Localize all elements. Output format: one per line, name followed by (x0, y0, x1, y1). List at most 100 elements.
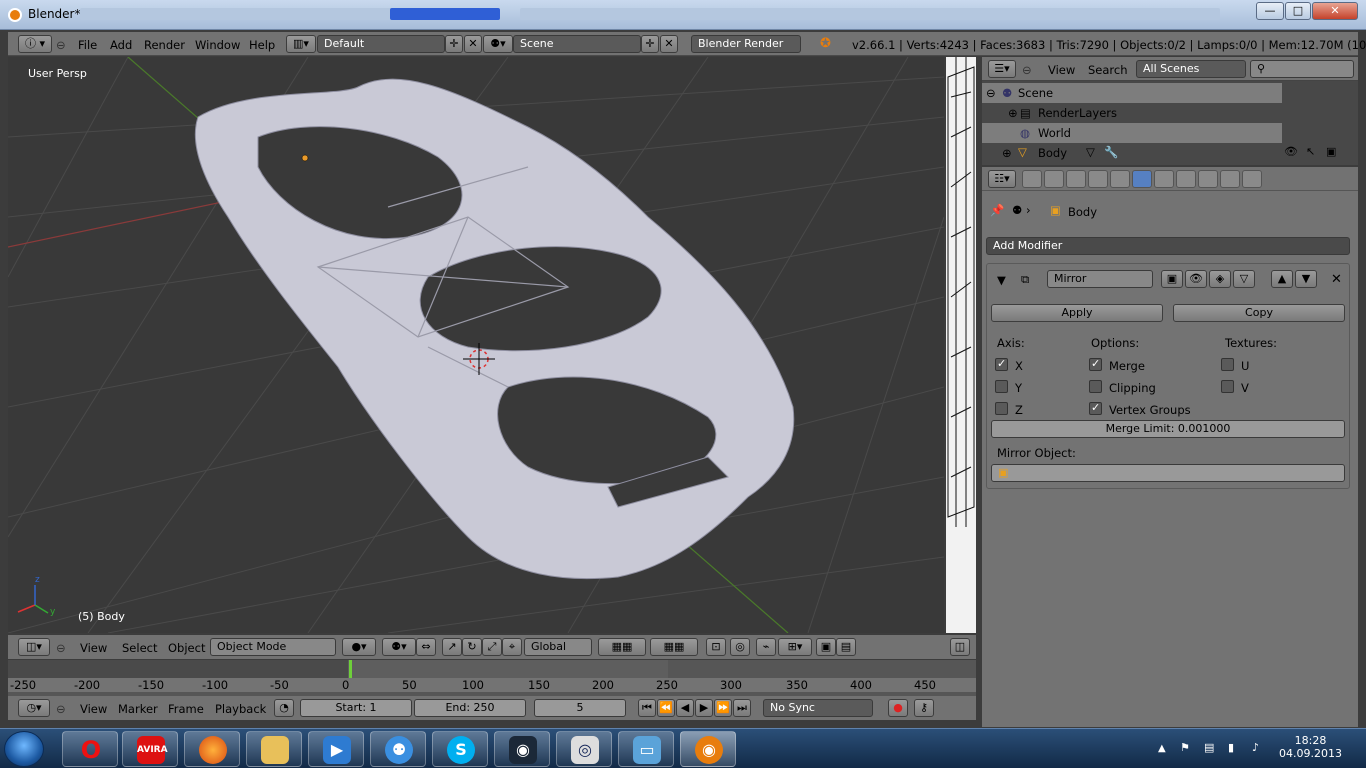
expand-icon[interactable]: ⊖ (986, 86, 996, 100)
timeline-collapse-icon[interactable]: ⊖ (56, 702, 66, 716)
layers-grid-1[interactable]: ▦▦ (598, 638, 646, 656)
shading-select[interactable]: ●▾ (342, 638, 376, 656)
viewport-menu-view[interactable]: View (80, 641, 107, 655)
taskbar-firefox[interactable] (184, 731, 240, 767)
move-up-icon[interactable]: ▲ (1271, 270, 1293, 288)
timeline-menu-playback[interactable]: Playback (215, 702, 266, 716)
jump-keyframe-back-icon[interactable]: ⏪ (657, 699, 675, 717)
clipping-checkbox[interactable] (1089, 380, 1102, 393)
manipulator-icon[interactable]: ⇔ (416, 638, 436, 656)
translate-icon[interactable]: ↗ (442, 638, 462, 656)
tray-volume-icon[interactable]: ♪ (1252, 741, 1259, 754)
object-mode-select[interactable]: Object Mode (210, 638, 336, 656)
collapse-icon[interactable]: ⊖ (56, 38, 66, 52)
outliner-menu-search[interactable]: Search (1088, 63, 1128, 77)
add-modifier-select[interactable]: Add Modifier (986, 237, 1350, 255)
taskbar-picture[interactable]: ▭ (618, 731, 674, 767)
axis-y-checkbox[interactable] (995, 380, 1008, 393)
viewport-toggle-icon[interactable]: 👁 (1185, 270, 1207, 288)
taskbar-skype[interactable]: S (432, 731, 488, 767)
tab-render-layers[interactable] (1044, 170, 1064, 188)
scene-add-icon[interactable]: ✛ (641, 35, 659, 53)
tray-network-icon[interactable]: ▮ (1228, 741, 1234, 754)
layout-remove-icon[interactable]: ✕ (464, 35, 482, 53)
viewport-menu-object[interactable]: Object (168, 641, 205, 655)
scene-remove-icon[interactable]: ✕ (660, 35, 678, 53)
taskbar-media-player[interactable]: ▶ (308, 731, 364, 767)
axis-z-checkbox[interactable] (995, 402, 1008, 415)
start-button[interactable] (4, 731, 44, 767)
snap-element-select[interactable]: ⊞▾ (778, 638, 812, 656)
timeline-menu-marker[interactable]: Marker (118, 702, 158, 716)
tab-data[interactable] (1154, 170, 1174, 188)
current-frame-marker[interactable] (349, 660, 352, 678)
tray-flag-icon[interactable]: ⚑ (1180, 741, 1190, 754)
outliner-search-input[interactable]: ⚲ (1250, 60, 1354, 78)
tab-physics[interactable] (1242, 170, 1262, 188)
axis-x-checkbox[interactable] (995, 357, 1008, 371)
render-toggle-icon[interactable]: ▣ (1161, 270, 1183, 288)
viewport-collapse-icon[interactable]: ⊖ (56, 641, 66, 655)
texture-v-checkbox[interactable] (1221, 380, 1234, 393)
outliner-collapse-icon[interactable]: ⊖ (1022, 63, 1032, 77)
taskbar-blender[interactable]: ◉ (680, 731, 736, 767)
outliner-filter-select[interactable]: All Scenes (1136, 60, 1246, 78)
modifier-name-input[interactable]: Mirror (1047, 270, 1153, 288)
tab-world[interactable] (1066, 170, 1086, 188)
outliner-row-body[interactable]: ⊕ ▽ Body ▽ 🔧 (982, 143, 1282, 163)
move-down-icon[interactable]: ▼ (1295, 270, 1317, 288)
viewport-editor-type[interactable]: ◫▾ (18, 638, 50, 656)
sync-mode-select[interactable]: No Sync (763, 699, 873, 717)
outliner-editor-type[interactable]: ☰▾ (988, 60, 1016, 78)
viewport-header-right-icon[interactable]: ◫ (950, 638, 970, 656)
minimize-button[interactable]: — (1256, 2, 1284, 20)
vertex-groups-checkbox[interactable] (1089, 401, 1102, 415)
tray-expand-icon[interactable]: ▲ (1158, 743, 1166, 754)
timeline[interactable]: -250 -200 -150 -100 -50 0 50 100 150 200… (8, 660, 976, 696)
taskbar-explorer[interactable] (246, 731, 302, 767)
visibility-eye-icon[interactable]: 👁 (1284, 145, 1298, 158)
preview-range-icon[interactable]: ◔ (274, 699, 294, 717)
merge-checkbox[interactable] (1089, 357, 1102, 371)
scene-field[interactable]: Scene (513, 35, 641, 53)
orientation-select[interactable]: Global (524, 638, 592, 656)
texture-u-checkbox[interactable] (1221, 358, 1234, 371)
renderability-camera-icon[interactable]: ▣ (1326, 145, 1336, 158)
taskbar-opera[interactable]: O (62, 731, 118, 767)
copy-button[interactable]: Copy (1173, 304, 1345, 322)
start-frame-field[interactable]: Start: 1 (300, 699, 412, 717)
menu-render[interactable]: Render (144, 38, 185, 52)
proportional-edit-icon[interactable]: ◎ (730, 638, 750, 656)
snap-icon[interactable]: ⌖ (502, 638, 522, 656)
editor-type-button[interactable]: ⓘ ▾ (18, 35, 52, 53)
mirror-object-field[interactable]: ▣ (991, 464, 1345, 482)
menu-file[interactable]: File (78, 38, 97, 52)
pivot-select[interactable]: ⚉▾ (382, 638, 416, 656)
remove-modifier-icon[interactable]: ✕ (1331, 272, 1342, 287)
opengl-anim-icon[interactable]: ▤ (836, 638, 856, 656)
taskbar-steam[interactable]: ◉ (494, 731, 550, 767)
tab-constraints[interactable] (1110, 170, 1130, 188)
lock-layers-icon[interactable]: ⊡ (706, 638, 726, 656)
close-button[interactable]: ✕ (1312, 2, 1358, 20)
jump-start-icon[interactable]: ⏮ (638, 699, 656, 717)
taskbar-camera[interactable]: ◎ (556, 731, 612, 767)
outliner-row-renderlayers[interactable]: ⊕ ▤ RenderLayers (982, 103, 1282, 123)
merge-limit-slider[interactable]: Merge Limit: 0.001000 (991, 420, 1345, 438)
editmode-toggle-icon[interactable]: ◈ (1209, 270, 1231, 288)
tab-particles[interactable] (1220, 170, 1240, 188)
jump-keyframe-forward-icon[interactable]: ⏩ (714, 699, 732, 717)
taskbar-app[interactable]: ⚉ (370, 731, 426, 767)
layout-icon[interactable]: ▥▾ (286, 35, 316, 53)
taskbar-avira[interactable]: AVIRA (122, 731, 178, 767)
properties-editor-type[interactable]: ☷▾ (988, 170, 1016, 188)
scene-icon[interactable]: ⚉▾ (483, 35, 513, 53)
expand-icon[interactable]: ⊕ (1002, 146, 1012, 160)
layers-grid-2[interactable]: ▦▦ (650, 638, 698, 656)
rotate-icon[interactable]: ↻ (462, 638, 482, 656)
maximize-button[interactable]: □ (1285, 2, 1311, 20)
outliner-row-scene[interactable]: ⊖ ⚉ Scene (982, 83, 1282, 103)
scale-icon[interactable]: ⤢ (482, 638, 502, 656)
menu-help[interactable]: Help (249, 38, 275, 52)
snap-magnet-icon[interactable]: ⌁ (756, 638, 776, 656)
